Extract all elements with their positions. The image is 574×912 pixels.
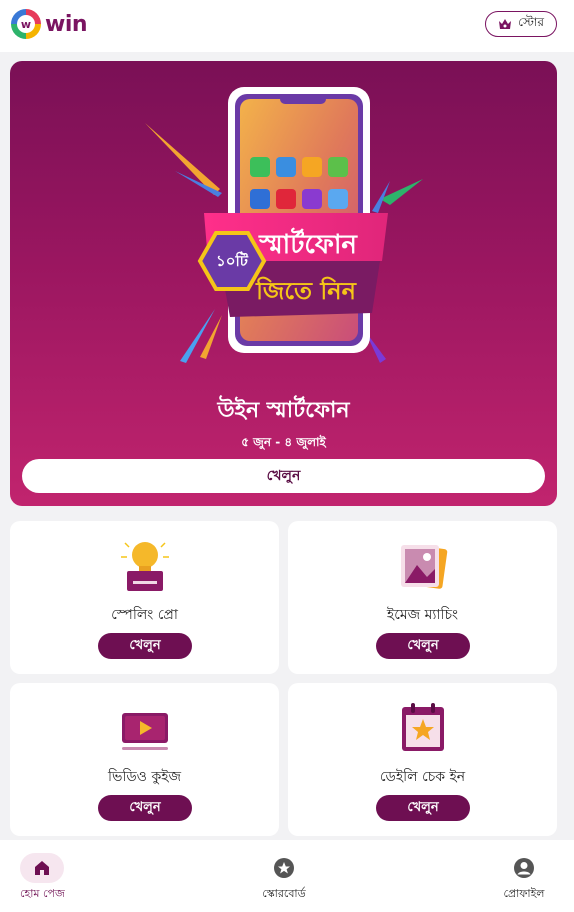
svg-text:জিতে নিন: জিতে নিন [255, 276, 358, 305]
game-card-daily-check-in[interactable]: ডেইলি চেক ইন খেলুন [288, 683, 557, 836]
play-button[interactable]: খেলুন [98, 795, 192, 821]
store-label: স্টোর [518, 15, 544, 29]
nav-label: হোম পেজ [20, 887, 65, 900]
nav-label: প্রোফাইল [503, 887, 545, 900]
streak-decoration [145, 123, 220, 195]
game-label: ডেইলি চেক ইন [379, 769, 466, 785]
home-icon [35, 861, 50, 875]
logo-text: win [45, 11, 88, 37]
game-label: স্পেলিং প্রো [111, 607, 178, 623]
calendar-star-icon [402, 703, 444, 751]
crown-shop-icon [499, 19, 512, 29]
smartphone-illustration: ১০টি স্মার্টফোন জিতে নিন [145, 87, 423, 363]
game-card-spelling-pro[interactable]: স্পেলিং প্রো খেলুন [10, 521, 279, 674]
play-button[interactable]: খেলুন [98, 633, 192, 659]
banner-title: উইন স্মার্টফোন [217, 398, 350, 423]
nav-item-home[interactable]: হোম পেজ [20, 840, 65, 904]
play-button[interactable]: খেলুন [376, 633, 470, 659]
game-card-video-quiz[interactable]: ভিডিও কুইজ খেলুন [10, 683, 279, 836]
logo-badge-icon: w [11, 9, 41, 39]
nav-active-indicator [20, 853, 65, 883]
store-button[interactable]: স্টোর [485, 11, 557, 37]
lightbulb-book-icon [121, 542, 169, 591]
bottom-navigation: হোম পেজ স্কোরবোর্ড প্রোফাইল [0, 840, 574, 912]
nav-label: স্কোরবোর্ড [262, 887, 306, 900]
app-header: w win স্টোর [0, 0, 574, 52]
svg-text:স্মার্টফোন: স্মার্টফোন [258, 227, 358, 260]
banner-dates: ৫ জুন - ৪ জুলাই [241, 435, 326, 449]
image-frame-icon [401, 545, 448, 589]
video-play-icon [122, 713, 168, 750]
profile-icon [514, 858, 534, 878]
promo-banner[interactable]: ১০টি স্মার্টফোন জিতে নিন উইন স্মার্টফোন … [10, 61, 557, 506]
scoreboard-icon [274, 858, 294, 878]
nav-item-scoreboard[interactable]: স্কোরবোর্ড [262, 840, 306, 904]
banner-play-button[interactable]: খেলুন [22, 459, 545, 493]
game-label: ইমেজ ম্যাচিং [386, 607, 459, 623]
nav-item-profile[interactable]: প্রোফাইল [502, 840, 546, 904]
svg-text:১০টি: ১০টি [216, 251, 249, 270]
app-logo[interactable]: w win [11, 9, 88, 39]
game-label: ভিডিও কুইজ [107, 769, 182, 785]
game-card-image-matching[interactable]: ইমেজ ম্যাচিং খেলুন [288, 521, 557, 674]
play-button[interactable]: খেলুন [376, 795, 470, 821]
